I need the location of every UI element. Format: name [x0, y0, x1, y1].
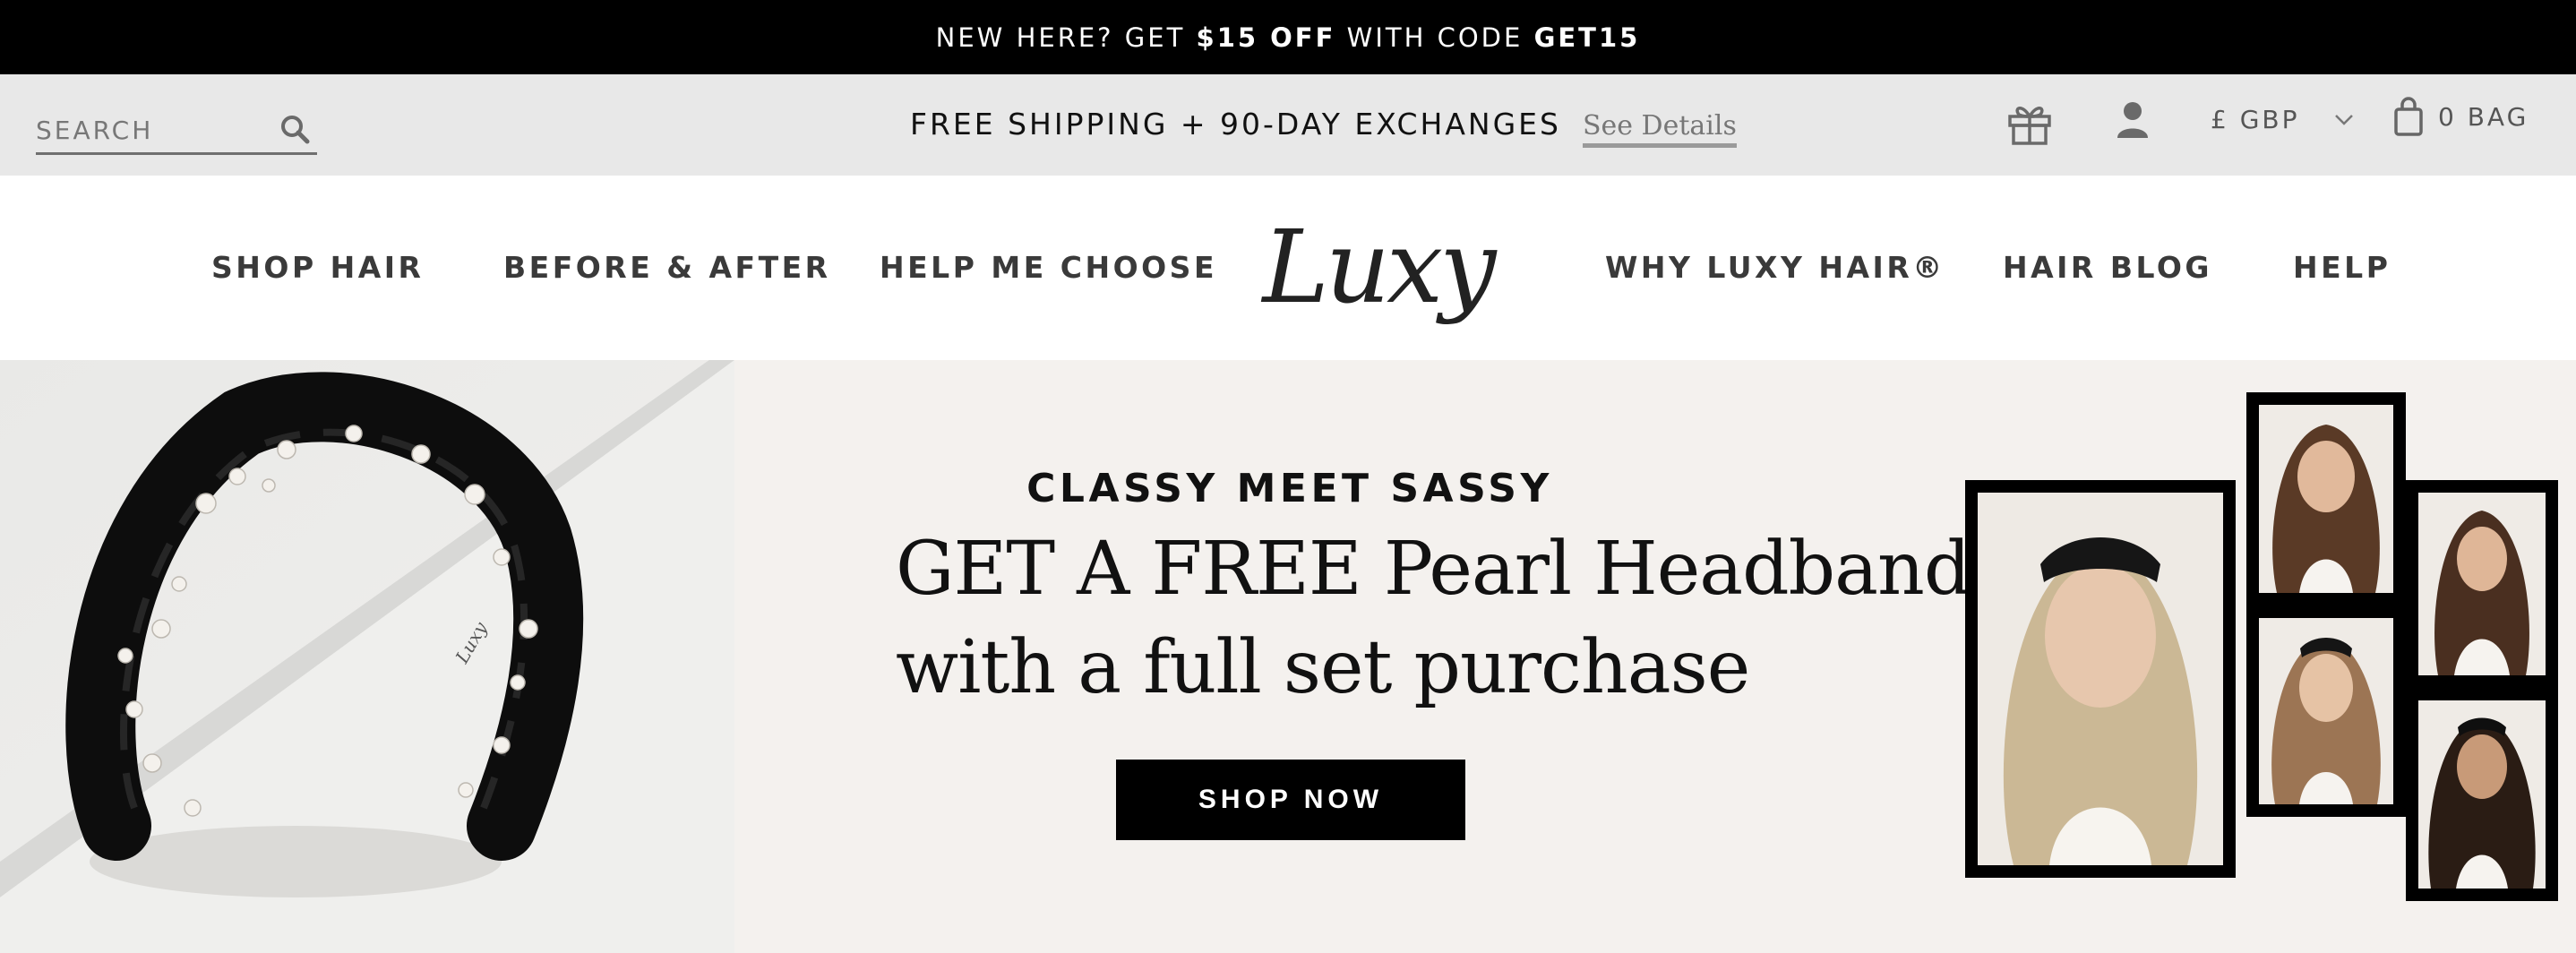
- nav-help[interactable]: HELP: [2293, 176, 2391, 360]
- hero-headline: GET A FREE Pearl Headband: [896, 527, 1971, 612]
- search-icon[interactable]: [279, 114, 312, 146]
- hero-eyebrow: CLASSY MEET SASSY: [1026, 466, 1553, 511]
- search-box: [36, 108, 317, 155]
- announcement-text: NEW HERE? GET: [935, 21, 1197, 53]
- shop-now-button[interactable]: SHOP NOW: [1116, 760, 1465, 840]
- nav-before-after[interactable]: BEFORE & AFTER: [503, 176, 831, 360]
- hero-banner: Luxy CLASSY MEET SASSY GET A FREE Pearl …: [0, 360, 2576, 953]
- shopping-bag-icon: [2394, 97, 2423, 136]
- bag-link[interactable]: 0 BAG: [2393, 97, 2529, 136]
- announcement-amount: $15 OFF: [1196, 21, 1336, 53]
- model-portrait-brunette: [2259, 405, 2393, 593]
- utility-bar: FREE SHIPPING + 90-DAY EXCHANGES See Det…: [0, 74, 2576, 176]
- shipping-text: FREE SHIPPING + 90-DAY EXCHANGES: [910, 107, 1561, 142]
- announcement-bar: NEW HERE? GET $15 OFF WITH CODE GET15: [0, 0, 2576, 74]
- currency-selector[interactable]: £ GBP: [2211, 105, 2354, 134]
- main-nav: SHOP HAIR BEFORE & AFTER HELP ME CHOOSE …: [0, 176, 2576, 360]
- see-details-link[interactable]: See Details: [1582, 110, 1737, 148]
- model-photo-2: [2246, 392, 2406, 605]
- model-photo-4: [2406, 480, 2558, 688]
- chevron-down-icon: [2334, 114, 2353, 125]
- model-portrait-wavy: [2259, 618, 2393, 804]
- nav-help-me-choose[interactable]: HELP ME CHOOSE: [880, 176, 1217, 360]
- model-photo-5: [2406, 688, 2558, 901]
- nav-why-luxy-hair[interactable]: WHY LUXY HAIR®: [1605, 176, 1945, 360]
- bag-label: 0 BAG: [2438, 101, 2529, 132]
- announcement-text-2: WITH CODE: [1335, 21, 1534, 53]
- model-photo-3: [2246, 605, 2406, 817]
- model-portrait-posed: [2418, 493, 2546, 675]
- announcement-code: GET15: [1533, 21, 1641, 53]
- search-input[interactable]: [36, 112, 269, 148]
- model-portrait-blonde: [1978, 493, 2223, 865]
- model-photo-large: [1965, 480, 2236, 878]
- model-portrait-dark: [2418, 700, 2546, 889]
- shipping-banner: FREE SHIPPING + 90-DAY EXCHANGES See Det…: [910, 107, 1737, 151]
- nav-hair-blog[interactable]: HAIR BLOG: [2003, 176, 2212, 360]
- gift-icon[interactable]: [2006, 100, 2053, 147]
- luxy-logo[interactable]: Luxy: [1261, 210, 1497, 326]
- hero-subline: with a full set purchase: [896, 625, 1750, 710]
- user-icon[interactable]: [2116, 100, 2150, 140]
- currency-label: £ GBP: [2211, 105, 2300, 134]
- nav-shop-hair[interactable]: SHOP HAIR: [211, 176, 424, 360]
- pearl-headband-image: Luxy: [0, 360, 734, 953]
